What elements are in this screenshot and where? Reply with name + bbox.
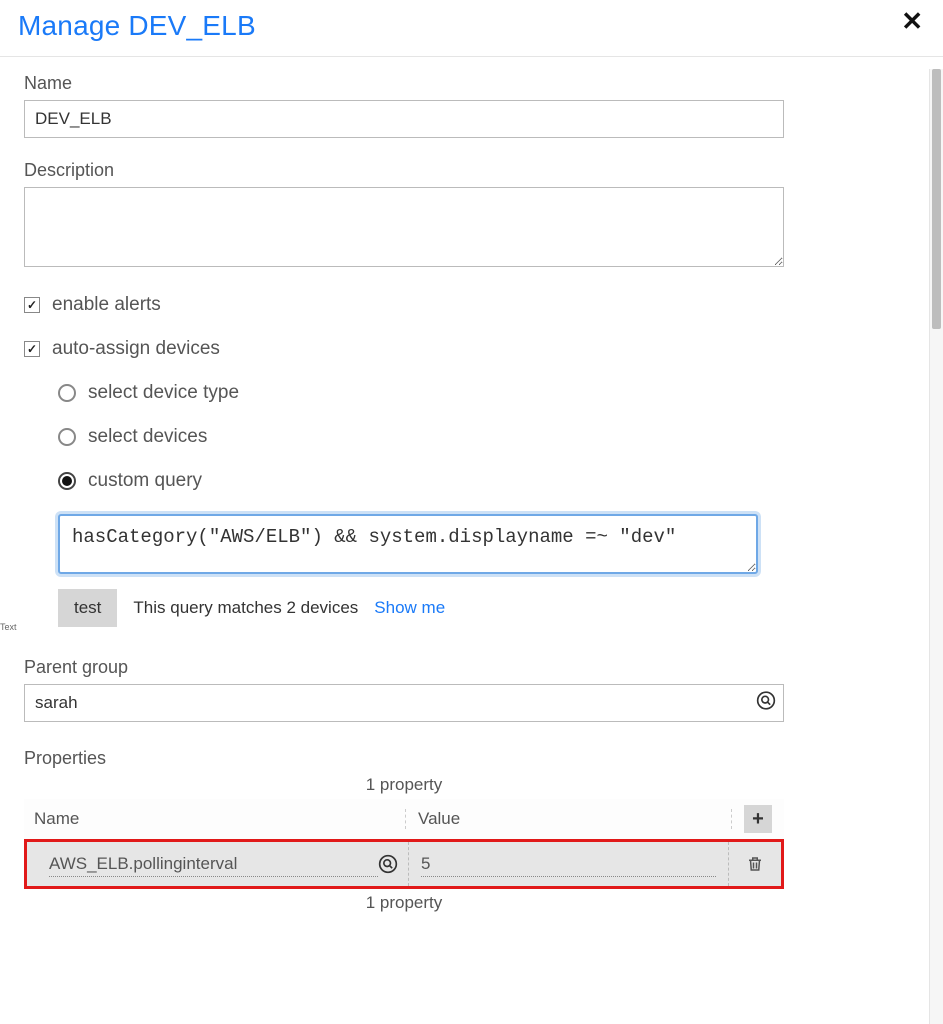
- query-test-row: test This query matches 2 devices Show m…: [58, 589, 919, 627]
- parent-group-label: Parent group: [24, 657, 919, 678]
- radio-device-type[interactable]: [58, 384, 76, 402]
- property-name-input[interactable]: AWS_ELB.pollinginterval: [49, 852, 378, 877]
- radio-custom-query-label: custom query: [88, 470, 202, 492]
- properties-section: Properties 1 property Name Value + AWS_E…: [24, 748, 919, 913]
- close-icon[interactable]: ✕: [901, 8, 923, 34]
- description-label: Description: [24, 160, 919, 181]
- parent-group-field: Parent group: [24, 657, 919, 722]
- custom-query-block: hasCategory("AWS/ELB") && system.display…: [58, 514, 919, 579]
- table-row: AWS_ELB.pollinginterval 5: [27, 842, 781, 886]
- test-button[interactable]: test: [58, 589, 117, 627]
- properties-col-name: Name: [24, 809, 406, 829]
- radio-custom-query[interactable]: [58, 472, 76, 490]
- modal-body: Name Description enable alerts auto-assi…: [0, 57, 943, 1017]
- property-name-cell: AWS_ELB.pollinginterval: [27, 842, 409, 886]
- custom-query-textarea[interactable]: hasCategory("AWS/ELB") && system.display…: [58, 514, 758, 574]
- parent-group-input[interactable]: [24, 684, 784, 722]
- name-label: Name: [24, 73, 919, 94]
- property-value-input[interactable]: 5: [421, 852, 716, 877]
- parent-group-search-icon[interactable]: [756, 691, 776, 716]
- properties-col-value: Value: [406, 809, 732, 829]
- properties-count-top: 1 property: [24, 775, 784, 795]
- description-field: Description: [24, 160, 919, 272]
- auto-assign-checkbox[interactable]: [24, 341, 40, 357]
- properties-col-action: +: [732, 805, 784, 833]
- enable-alerts-label: enable alerts: [52, 294, 161, 316]
- properties-count-bottom: 1 property: [24, 893, 784, 913]
- properties-label: Properties: [24, 748, 919, 769]
- radio-device-type-label: select device type: [88, 382, 239, 404]
- properties-table: Name Value + AWS_ELB.pollinginterval: [24, 799, 784, 889]
- property-action-cell: [729, 842, 781, 886]
- auto-assign-row[interactable]: auto-assign devices: [24, 338, 919, 360]
- plus-icon: +: [752, 808, 764, 830]
- property-value-cell: 5: [409, 842, 729, 886]
- radio-custom-query-row[interactable]: custom query: [58, 470, 919, 492]
- query-result-text: This query matches 2 devices: [133, 598, 358, 618]
- properties-header-row: Name Value +: [24, 799, 784, 839]
- modal-header: Manage DEV_ELB ✕: [0, 0, 943, 57]
- name-input[interactable]: [24, 100, 784, 138]
- highlighted-property-row: AWS_ELB.pollinginterval 5: [24, 839, 784, 889]
- name-field: Name: [24, 73, 919, 138]
- enable-alerts-checkbox[interactable]: [24, 297, 40, 313]
- radio-devices[interactable]: [58, 428, 76, 446]
- radio-device-type-row[interactable]: select device type: [58, 382, 919, 404]
- assign-method-radio-group: select device type select devices custom…: [58, 382, 919, 492]
- add-property-button[interactable]: +: [744, 805, 772, 833]
- show-me-link[interactable]: Show me: [374, 598, 445, 618]
- auto-assign-label: auto-assign devices: [52, 338, 220, 360]
- description-textarea[interactable]: [24, 187, 784, 267]
- enable-alerts-row[interactable]: enable alerts: [24, 294, 919, 316]
- radio-devices-row[interactable]: select devices: [58, 426, 919, 448]
- modal-title: Manage DEV_ELB: [18, 10, 256, 42]
- trash-icon[interactable]: [746, 855, 764, 873]
- radio-devices-label: select devices: [88, 426, 207, 448]
- property-search-icon[interactable]: [378, 854, 398, 874]
